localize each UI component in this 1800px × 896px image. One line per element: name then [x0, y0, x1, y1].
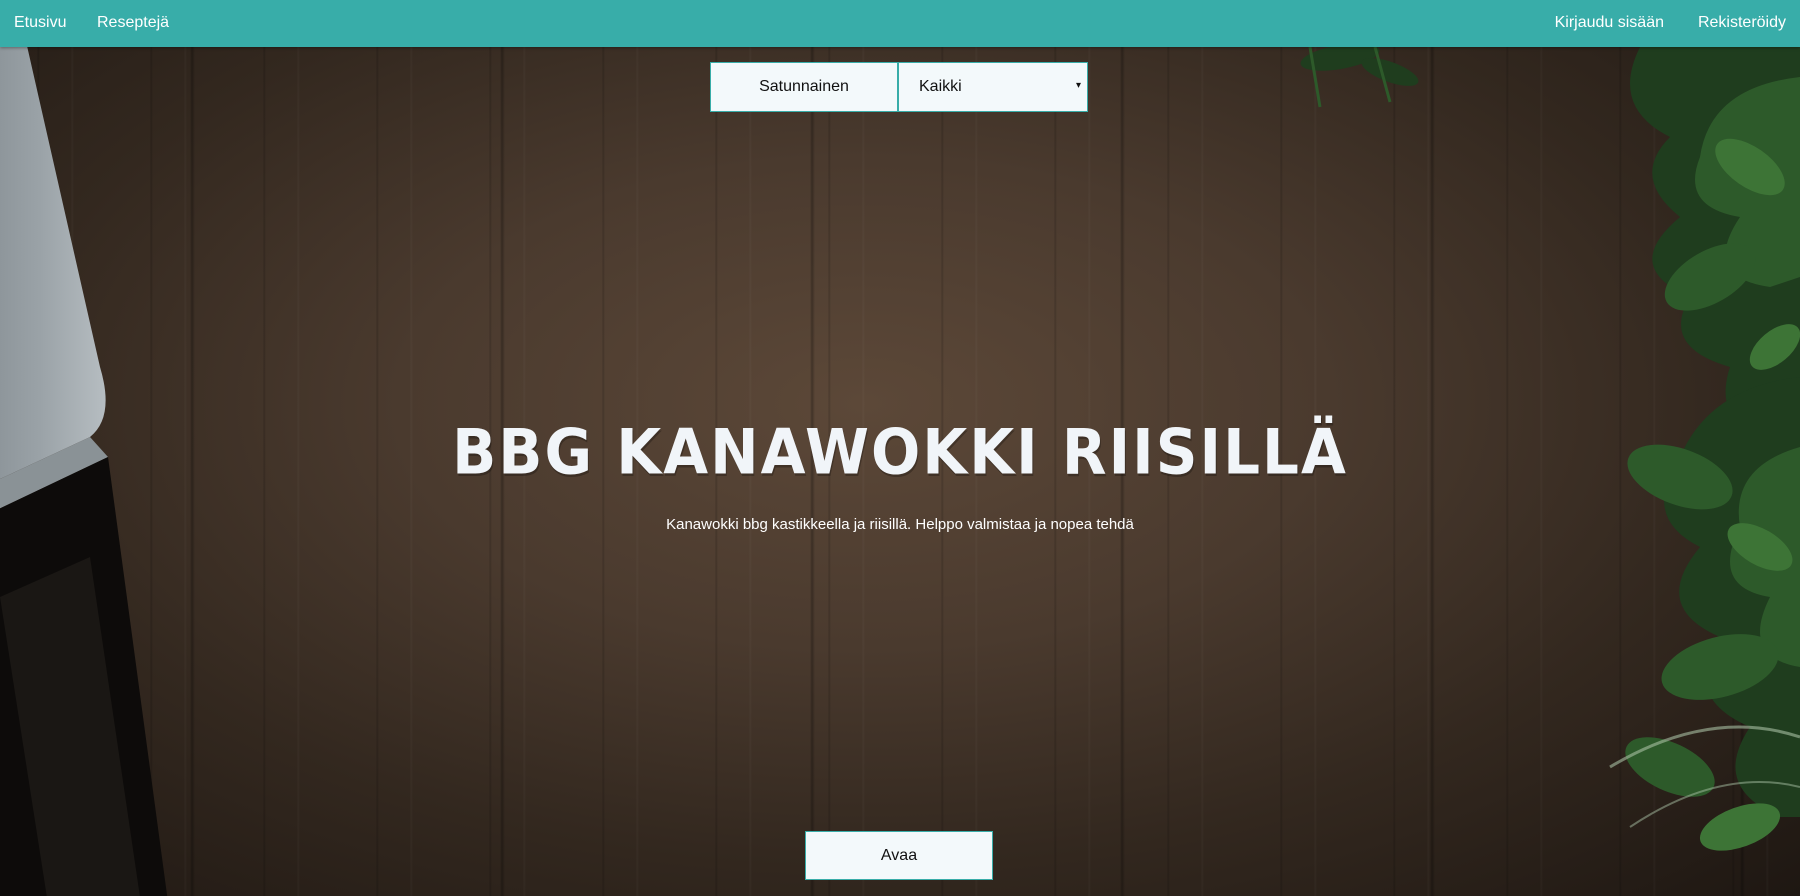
recipe-filter-controls: Satunnainen Kaikki ▾: [710, 62, 1088, 112]
open-recipe-button[interactable]: Avaa: [805, 831, 993, 880]
recipe-title: BBG Kanawokki riisillä: [452, 415, 1348, 489]
nav-register-link[interactable]: Rekisteröidy: [1698, 0, 1786, 46]
nav-recipes-link[interactable]: Reseptejä: [97, 0, 169, 46]
top-navbar: Etusivu Reseptejä Kirjaudu sisään Rekist…: [0, 0, 1800, 47]
nav-home-link[interactable]: Etusivu: [14, 0, 66, 46]
recipe-description: Kanawokki bbg kastikkeella ja riisillä. …: [666, 516, 1134, 533]
random-recipe-button[interactable]: Satunnainen: [710, 62, 898, 112]
category-selected-value: Kaikki: [919, 78, 962, 95]
nav-login-link[interactable]: Kirjaudu sisään: [1555, 0, 1664, 46]
chevron-down-icon: ▾: [1075, 80, 1081, 91]
category-select[interactable]: Kaikki ▾: [898, 62, 1088, 112]
herbs-top-decoration: [1300, 47, 1419, 108]
